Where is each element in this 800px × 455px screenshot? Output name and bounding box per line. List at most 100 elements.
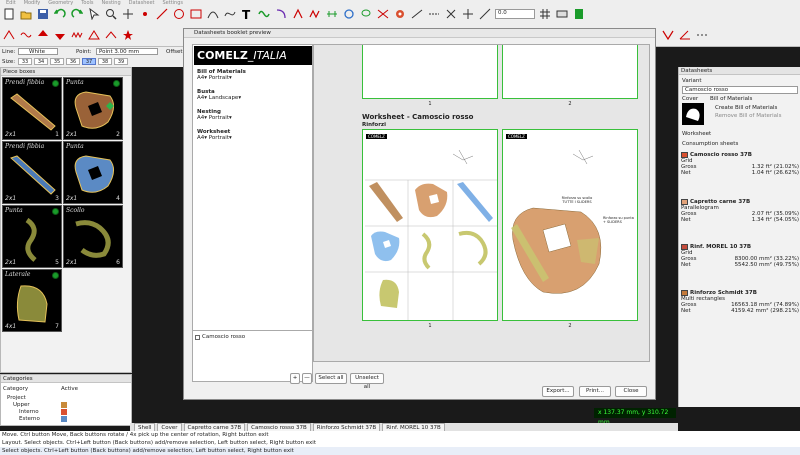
remove-button[interactable]: — — [302, 373, 312, 384]
variant-checkbox[interactable] — [195, 334, 200, 340]
size-35[interactable]: 35 — [50, 58, 64, 65]
section-format[interactable]: A4▾ Landscape▾ — [197, 95, 241, 101]
open-folder-icon[interactable] — [19, 7, 33, 21]
pointer-icon[interactable] — [87, 7, 101, 21]
lasso-icon[interactable] — [359, 7, 373, 21]
scissors-icon[interactable] — [376, 7, 390, 21]
section-format[interactable]: A4▾ Portrait▾ — [197, 115, 232, 121]
export-button[interactable]: Export... — [542, 386, 574, 397]
undo-icon[interactable] — [53, 7, 67, 21]
color-swatch — [61, 416, 67, 422]
piece-qty: 2x1 — [5, 131, 17, 138]
trim-icon[interactable] — [410, 7, 424, 21]
category-project[interactable]: Project — [7, 395, 26, 401]
arrow-up-icon[interactable] — [36, 28, 50, 42]
category-esterno[interactable]: Esterno — [19, 416, 40, 423]
piece-box-2[interactable]: Punta 2x1 2 — [63, 77, 123, 140]
section-format[interactable]: A4▾ Portrait▾ — [197, 135, 232, 141]
remove-bom-button[interactable]: Remove Bill of Materials — [715, 113, 781, 119]
zoom-field[interactable]: 0.0 — [495, 9, 535, 19]
circle-tool-icon[interactable] — [172, 7, 186, 21]
dash-icon[interactable] — [695, 28, 709, 42]
piece-box-3[interactable]: Prendi fibbia 2x1 3 — [2, 141, 62, 204]
size-label: Size: — [2, 59, 16, 65]
category-upper[interactable]: Upper — [13, 402, 30, 408]
point-select[interactable]: Point 3.00 mm — [96, 48, 158, 55]
piece-qty: 2x1 — [66, 259, 78, 266]
net-label: Net — [681, 217, 691, 223]
calculator-icon[interactable] — [572, 7, 586, 21]
angle-icon[interactable] — [678, 28, 692, 42]
piece-box-5[interactable]: Punta 2x1 5 — [2, 205, 62, 268]
print-button[interactable]: Print... — [579, 386, 611, 397]
section-nesting[interactable]: Nesting A4▾ Portrait▾ — [197, 109, 232, 121]
section-bom[interactable]: Bill of Materials A4▾ Portrait▾ — [197, 69, 246, 81]
keyboard-icon[interactable] — [555, 7, 569, 21]
text-tool-icon[interactable]: T — [240, 7, 254, 21]
arc-tool-icon[interactable] — [206, 7, 220, 21]
cover-thumbnail[interactable] — [682, 103, 704, 125]
size-36[interactable]: 36 — [66, 58, 80, 65]
piece-box-7[interactable]: Laterale 4x1 7 — [2, 269, 62, 332]
size-38[interactable]: 38 — [98, 58, 112, 65]
rectangle-tool-icon[interactable] — [189, 7, 203, 21]
notch-icon[interactable] — [308, 7, 322, 21]
create-bom-button[interactable]: Create Bill of Materials — [715, 105, 777, 111]
close-button[interactable]: Close — [615, 386, 647, 397]
add-button[interactable]: + — [290, 373, 300, 384]
size-33[interactable]: 33 — [18, 58, 32, 65]
unselect-all-button[interactable]: Unselect all — [350, 373, 384, 390]
piece-box-1[interactable]: Prendi fibbia 2x1 1 — [2, 77, 62, 140]
spline-icon[interactable] — [257, 7, 271, 21]
line-select[interactable]: White — [18, 48, 58, 55]
variant-label: Variant — [682, 78, 702, 84]
chevron-icon[interactable] — [104, 28, 118, 42]
section-format[interactable]: A4▾ Portrait▾ — [197, 75, 232, 81]
grid-icon[interactable] — [538, 7, 552, 21]
size-37[interactable]: 37 — [82, 58, 96, 65]
scale-icon[interactable] — [478, 7, 492, 21]
arrow-down-icon[interactable] — [53, 28, 67, 42]
curve-tool-icon[interactable] — [223, 7, 237, 21]
piece-box-4[interactable]: Punta 2x1 4 — [63, 141, 123, 204]
offset-icon[interactable] — [274, 7, 288, 21]
size-39[interactable]: 39 — [114, 58, 128, 65]
arrows-icon[interactable] — [461, 7, 475, 21]
select-all-button[interactable]: Select all — [315, 373, 347, 384]
bom-label: Bill of Materials — [710, 96, 753, 102]
variant-select[interactable]: Camoscio rosso — [682, 86, 798, 94]
section-busta[interactable]: Busta A4▾ Landscape▾ — [197, 89, 241, 101]
size-34[interactable]: 34 — [34, 58, 48, 65]
hole-icon[interactable] — [393, 7, 407, 21]
wave-icon[interactable] — [19, 28, 33, 42]
stitch-icon[interactable] — [427, 7, 441, 21]
redo-icon[interactable] — [70, 7, 84, 21]
zoom-icon[interactable] — [104, 7, 118, 21]
toolbar-row-2 — [2, 28, 135, 42]
consumption-section[interactable]: Consumption sheets — [682, 141, 738, 147]
segment-icon[interactable] — [2, 28, 16, 42]
category-interno[interactable]: Interno — [19, 409, 39, 415]
pan-icon[interactable] — [121, 7, 135, 21]
categories-title: Categories — [1, 375, 131, 383]
zigzag-icon[interactable] — [70, 28, 84, 42]
status-line-1: Move. Ctrl button Move, Back buttons rot… — [2, 432, 269, 438]
piece-name: Prendi fibbia — [5, 143, 45, 150]
star-icon[interactable] — [121, 28, 135, 42]
mirror-icon[interactable] — [291, 7, 305, 21]
point-tool-icon[interactable] — [138, 7, 152, 21]
net-value: 4159.42 mm² (298.21%) — [731, 308, 799, 314]
section-worksheet[interactable]: Worksheet A4▾ Portrait▾ — [197, 129, 232, 141]
worksheet-section[interactable]: Worksheet — [682, 131, 711, 137]
triangle-icon[interactable] — [87, 28, 101, 42]
cross-icon[interactable] — [444, 7, 458, 21]
save-icon[interactable] — [36, 7, 50, 21]
piece-box-6[interactable]: Scollo 2x1 6 — [63, 205, 123, 268]
fold-icon[interactable] — [661, 28, 675, 42]
measure-icon[interactable] — [325, 7, 339, 21]
new-file-icon[interactable] — [2, 7, 16, 21]
piece-shape — [75, 220, 111, 258]
line-tool-icon[interactable] — [155, 7, 169, 21]
rotate-icon[interactable] — [342, 7, 356, 21]
point-label: Point: — [76, 49, 92, 55]
